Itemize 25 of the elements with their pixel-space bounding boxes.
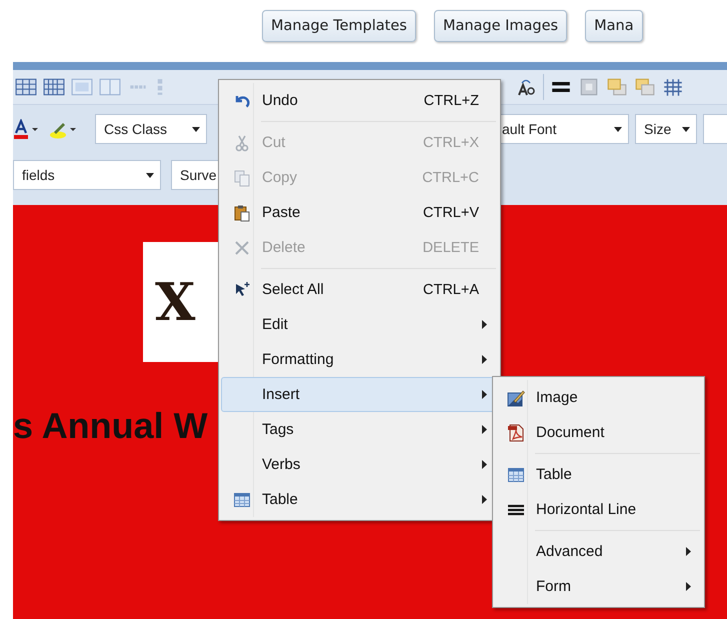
menu-item[interactable]: Advanced: [495, 534, 702, 569]
menu-item[interactable]: Undo CTRL+Z: [221, 83, 498, 118]
menu-item[interactable]: Table: [495, 457, 702, 492]
logo-text: X: [155, 272, 196, 332]
shortcut-text: CTRL+C: [422, 170, 479, 186]
shortcut-text: CTRL+V: [422, 204, 479, 220]
menu-item[interactable]: Image: [495, 380, 702, 415]
shortcut-text: CTRL+A: [422, 282, 479, 298]
header-button[interactable]: Mana: [585, 10, 643, 42]
fields-dropdown[interactable]: fields: [13, 160, 161, 190]
menu-item[interactable]: Formatting: [221, 342, 498, 377]
heading: s Annual W: [13, 405, 208, 447]
shortcut-text: CTRL+Z: [424, 92, 479, 108]
menu-item[interactable]: Form: [495, 569, 702, 604]
header-button[interactable]: Manage Templates: [262, 10, 416, 42]
shortcut-text: DELETE: [422, 240, 479, 256]
menu-item[interactable]: Document: [495, 415, 702, 450]
shortcut-text: CTRL+X: [422, 134, 479, 150]
menu-item[interactable]: Paste CTRL+V: [221, 195, 498, 230]
menu-item[interactable]: Select All CTRL+A: [221, 272, 498, 307]
css-class-dropdown[interactable]: Css Class: [95, 114, 207, 144]
header-button[interactable]: Manage Images: [434, 10, 568, 42]
menu-item[interactable]: Edit: [221, 307, 498, 342]
menu-item[interactable]: Horizontal Line: [495, 492, 702, 527]
size-dropdown[interactable]: Size: [635, 114, 697, 144]
